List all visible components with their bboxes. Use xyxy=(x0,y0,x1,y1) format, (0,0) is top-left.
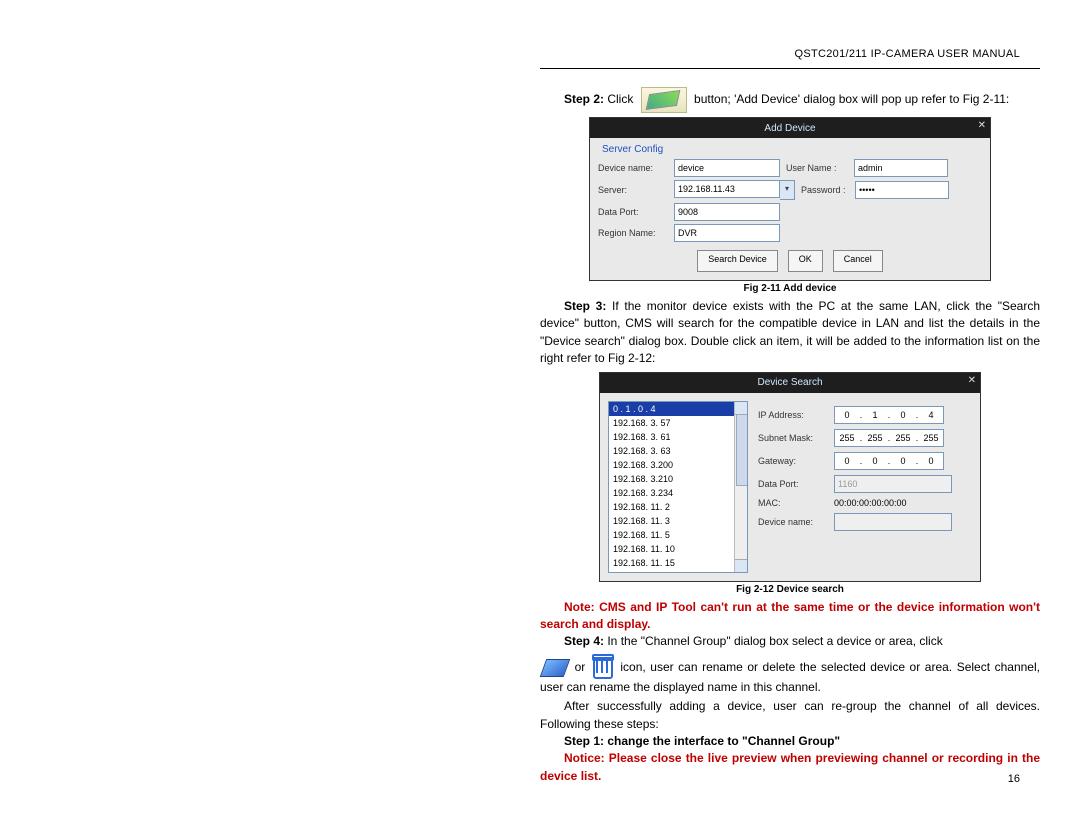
list-item[interactable]: 192.168. 3. 63 xyxy=(609,444,747,458)
caption-2: Fig 2-12 Device search xyxy=(540,584,1040,595)
data-port-label: Data Port: xyxy=(598,207,668,217)
list-item[interactable]: 192.168. 11. 10 xyxy=(609,542,747,556)
server-label: Server: xyxy=(598,185,668,195)
data-port-input[interactable]: 9008 xyxy=(674,203,780,221)
password-input[interactable]: ••••• xyxy=(855,181,949,199)
add-device-icon xyxy=(641,87,687,113)
notice-text: Notice: Please close the live preview wh… xyxy=(540,750,1040,785)
server-combo[interactable]: 192.168.11.43 ▾ xyxy=(674,180,795,200)
note-text: Note: CMS and IP Tool can't run at the s… xyxy=(540,599,1040,634)
list-item[interactable]: 192.168. 3. 61 xyxy=(609,430,747,444)
mac-value: 00:00:00:00:00:00 xyxy=(834,498,907,508)
user-name-label: User Name : xyxy=(786,163,848,173)
add-device-dialog: Add Device ✕ Server Config Device name: … xyxy=(589,117,991,281)
after-add-text: After successfully adding a device, user… xyxy=(540,698,1040,733)
list-item[interactable]: 192.168. 11. 5 xyxy=(609,528,747,542)
dialog-title: Device Search xyxy=(600,377,980,388)
close-icon[interactable]: ✕ xyxy=(978,120,986,131)
gateway-input[interactable]: 0. 0. 0. 0 xyxy=(834,452,944,470)
data-port-label: Data Port: xyxy=(758,479,828,489)
dialog-title: Add Device xyxy=(590,123,990,134)
step2-text: Step 2: Click button; 'Add Device' dialo… xyxy=(540,87,1040,113)
cancel-button[interactable]: Cancel xyxy=(833,250,883,272)
device-search-dialog: Device Search ✕ 0 . 1 . 0 . 4 192.168. 3… xyxy=(599,372,981,582)
list-item[interactable]: 192.168. 11. 15 xyxy=(609,556,747,570)
list-item[interactable]: 192.168. 11. 3 xyxy=(609,514,747,528)
list-item[interactable]: 192.168. 11. 2 xyxy=(609,500,747,514)
mac-label: MAC: xyxy=(758,498,828,508)
step1b-text: Step 1: change the interface to "Channel… xyxy=(540,733,1040,750)
device-name-label: Device name: xyxy=(758,517,828,527)
list-item[interactable]: 0 . 1 . 0 . 4 xyxy=(609,402,747,416)
delete-icon xyxy=(593,657,613,679)
dialog-titlebar: Add Device ✕ xyxy=(590,118,990,138)
mask-input[interactable]: 255. 255. 255. 255 xyxy=(834,429,944,447)
password-label: Password : xyxy=(801,185,849,195)
step3-text: Step 3: If the monitor device exists wit… xyxy=(540,298,1040,368)
device-name-input[interactable]: device xyxy=(674,159,780,177)
rename-icon xyxy=(540,659,571,677)
search-device-button[interactable]: Search Device xyxy=(697,250,778,272)
ip-input[interactable]: 0. 1. 0. 4 xyxy=(834,406,944,424)
scrollbar[interactable] xyxy=(734,402,747,572)
scrollbar-thumb[interactable] xyxy=(736,414,748,486)
ip-label: IP Address: xyxy=(758,410,828,420)
region-input[interactable]: DVR xyxy=(674,224,780,242)
manual-title: QSTC201/211 IP-CAMERA USER MANUAL xyxy=(540,48,1040,60)
list-item[interactable]: 192.168. 3.234 xyxy=(609,486,747,500)
data-port-field: 1160 xyxy=(834,475,952,493)
device-name-field xyxy=(834,513,952,531)
group-label: Server Config xyxy=(602,144,982,155)
list-item[interactable]: 192.168. 3. 57 xyxy=(609,416,747,430)
mask-label: Subnet Mask: xyxy=(758,433,828,443)
region-label: Region Name: xyxy=(598,228,668,238)
user-name-input[interactable]: admin xyxy=(854,159,948,177)
close-icon[interactable]: ✕ xyxy=(968,375,976,386)
dialog-titlebar: Device Search ✕ xyxy=(600,373,980,393)
header-rule xyxy=(540,68,1040,69)
device-listbox[interactable]: 0 . 1 . 0 . 4 192.168. 3. 57 192.168. 3.… xyxy=(608,401,748,573)
list-item[interactable]: 192.168. 3.200 xyxy=(609,458,747,472)
step4-text: Step 4: In the "Channel Group" dialog bo… xyxy=(540,633,1040,650)
chevron-down-icon[interactable]: ▾ xyxy=(780,180,795,200)
ok-button[interactable]: OK xyxy=(788,250,823,272)
step4-icons: or icon, user can rename or delete the s… xyxy=(540,657,1040,696)
gw-label: Gateway: xyxy=(758,456,828,466)
list-item[interactable]: 192.168. 3.210 xyxy=(609,472,747,486)
page-number: 16 xyxy=(1008,773,1020,785)
device-name-label: Device name: xyxy=(598,163,668,173)
caption-1: Fig 2-11 Add device xyxy=(540,283,1040,294)
